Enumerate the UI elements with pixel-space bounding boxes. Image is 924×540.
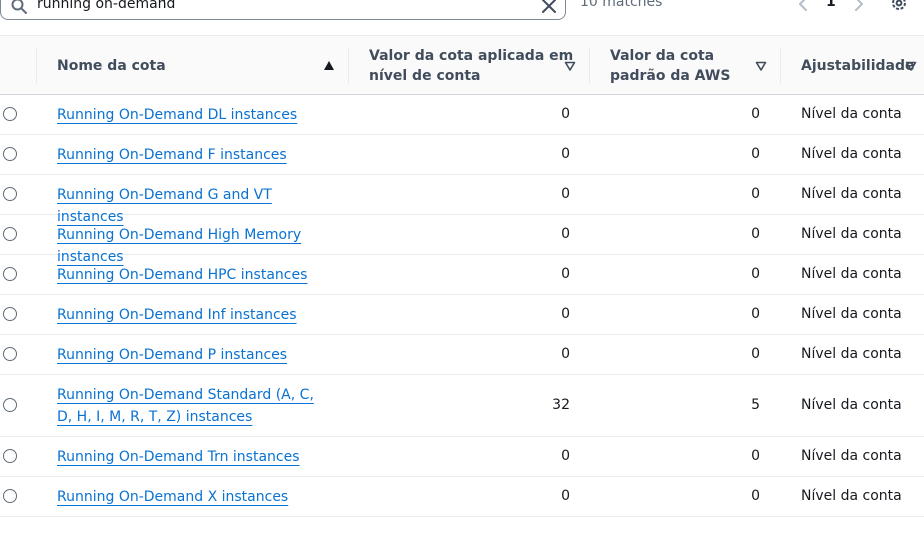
applied-value: 0 — [561, 488, 570, 504]
default-value: 0 — [751, 266, 760, 282]
column-header-applied[interactable]: Valor da cota aplicada em nível de conta — [349, 36, 589, 95]
table-row: Running On-Demand P instances 0 0 Nível da … — [0, 335, 924, 375]
row-select-radio[interactable] — [3, 147, 17, 161]
table-row: Running On-Demand DL instances 0 0 Nível da… — [0, 95, 924, 135]
applied-value: 0 — [561, 226, 570, 242]
column-label-default-line1: Valor da cota — [610, 48, 715, 64]
search-box[interactable] — [0, 0, 566, 20]
row-select-radio[interactable] — [3, 347, 17, 361]
caret-down-outline-icon[interactable] — [905, 60, 917, 72]
default-value: 0 — [751, 448, 760, 464]
quota-name-link[interactable]: Running On-Demand Standard (A, C, D, H, … — [57, 384, 327, 428]
column-header-name[interactable]: Nome da cota — [37, 36, 348, 95]
table-header: Nome da cota Valor da cota aplicada em n… — [0, 35, 924, 95]
row-select-radio[interactable] — [3, 107, 17, 121]
adjustability-value: Nível da conta — [801, 346, 902, 362]
column-label-applied-line1: Valor da cota aplicada em — [369, 48, 574, 64]
search-input[interactable] — [37, 0, 517, 19]
applied-value: 0 — [561, 346, 570, 362]
match-count: 10 matches — [580, 0, 663, 10]
column-label-default-line2: padrão da AWS — [610, 68, 731, 84]
text-caret — [164, 0, 165, 8]
row-select-radio[interactable] — [3, 227, 17, 241]
column-label-adjustability: Ajustabilidade — [801, 58, 915, 74]
default-value: 0 — [751, 146, 760, 162]
quota-name-link[interactable]: Running On-Demand Trn instances — [57, 446, 327, 468]
row-select-radio[interactable] — [3, 267, 17, 281]
column-label-applied-line2: nível de conta — [369, 68, 481, 84]
row-select-radio[interactable] — [3, 449, 17, 463]
row-select-radio[interactable] — [3, 489, 17, 503]
applied-value: 0 — [561, 186, 570, 202]
adjustability-value: Nível da conta — [801, 306, 902, 322]
chevron-right-icon[interactable] — [852, 0, 866, 12]
caret-down-outline-icon[interactable] — [755, 60, 767, 72]
column-header-default[interactable]: Valor da cota padrão da AWS — [590, 36, 780, 95]
row-select-radio[interactable] — [3, 187, 17, 201]
adjustability-value: Nível da conta — [801, 488, 902, 504]
quota-name-link[interactable]: Running On-Demand DL instances — [57, 104, 327, 126]
gear-icon[interactable] — [890, 0, 908, 12]
quota-name-link[interactable]: Running On-Demand X instances — [57, 486, 327, 508]
quota-name-link[interactable]: Running On-Demand P instances — [57, 344, 327, 366]
adjustability-value: Nível da conta — [801, 146, 902, 162]
adjustability-value: Nível da conta — [801, 106, 902, 122]
default-value: 5 — [751, 397, 760, 413]
pagination-current-page[interactable]: 1 — [826, 0, 836, 10]
table-body: Running On-Demand DL instances 0 0 Nível da… — [0, 95, 924, 517]
default-value: 0 — [751, 488, 760, 504]
adjustability-value: Nível da conta — [801, 186, 902, 202]
close-icon[interactable] — [541, 0, 557, 14]
adjustability-value: Nível da conta — [801, 448, 902, 464]
applied-value: 0 — [561, 146, 570, 162]
row-select-radio[interactable] — [3, 398, 17, 412]
column-label-name: Nome da cota — [57, 58, 166, 74]
table-row: Running On-Demand HPC instances 0 0 Nível d… — [0, 255, 924, 295]
table-row: Running On-Demand G and VT instances 0 0 Ní… — [0, 175, 924, 225]
chevron-left-icon[interactable] — [796, 0, 810, 12]
quota-name-link[interactable]: Running On-Demand F instances — [57, 144, 327, 166]
caret-up-filled-icon[interactable] — [323, 60, 335, 72]
table-row: Running On-Demand X instances 0 0 Nível da … — [0, 477, 924, 517]
table-row: Running On-Demand Standard (A, C, D, H, … — [0, 375, 924, 437]
table-row: Running On-Demand Trn instances 0 0 Nível d… — [0, 437, 924, 477]
adjustability-value: Nível da conta — [801, 226, 902, 242]
caret-down-outline-icon[interactable] — [564, 60, 576, 72]
table-row: Running On-Demand F instances 0 0 Nível da … — [0, 135, 924, 175]
adjustability-value: Nível da conta — [801, 397, 902, 413]
row-select-radio[interactable] — [3, 307, 17, 321]
default-value: 0 — [751, 306, 760, 322]
search-icon — [11, 0, 27, 14]
applied-value: 0 — [561, 106, 570, 122]
adjustability-value: Nível da conta — [801, 266, 902, 282]
table-row: Running On-Demand High Memory instances 0… — [0, 215, 924, 265]
applied-value: 0 — [561, 306, 570, 322]
applied-value: 0 — [561, 266, 570, 282]
applied-value: 32 — [552, 397, 570, 413]
default-value: 0 — [751, 226, 760, 242]
default-value: 0 — [751, 106, 760, 122]
quota-name-link[interactable]: Running On-Demand HPC instances — [57, 264, 327, 286]
table-row: Running On-Demand Inf instances 0 0 Nível d… — [0, 295, 924, 335]
quotas-table: Nome da cota Valor da cota aplicada em n… — [0, 35, 924, 517]
column-header-adjustability[interactable]: Ajustabilidade — [781, 36, 924, 95]
quota-name-link[interactable]: Running On-Demand Inf instances — [57, 304, 327, 326]
default-value: 0 — [751, 346, 760, 362]
default-value: 0 — [751, 186, 760, 202]
applied-value: 0 — [561, 448, 570, 464]
